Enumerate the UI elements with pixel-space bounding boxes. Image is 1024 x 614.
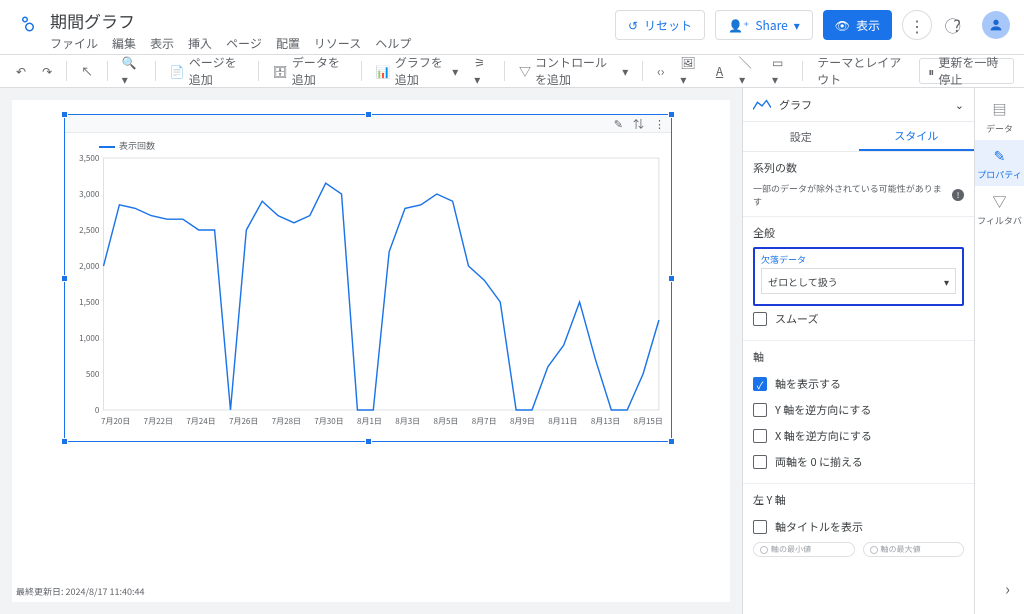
- user-avatar[interactable]: [982, 11, 1010, 39]
- page-plus-icon: 📄: [170, 63, 185, 80]
- reverse-y-checkbox[interactable]: Y 軸を逆方向にする: [753, 397, 964, 423]
- right-rail: ▤ データ ✎ プロパティ ▽ フィルタバ ›: [974, 88, 1024, 614]
- chevron-down-icon: ▾: [794, 17, 800, 34]
- svg-text:2,000: 2,000: [79, 261, 100, 272]
- canvas[interactable]: ✎ ⇅ ⋮ 表示回数 0 500 1,000 1,500 2,000 2,500 3,000…: [0, 88, 742, 614]
- line-button[interactable]: ╲ ▾: [733, 58, 762, 84]
- menu-insert[interactable]: 挿入: [188, 35, 212, 52]
- pencil-icon: ✎: [994, 146, 1006, 166]
- toolbar: ↶ ↷ ↖ 🔍 ▾ 📄ページを追加 🗄データを追加 📊グラフを追加 ▾ ⚞ ▾ …: [0, 54, 1024, 88]
- settings-icon[interactable]: ⇅: [633, 116, 644, 132]
- missing-data-highlight: 欠落データ ゼロとして扱う ▾: [753, 247, 964, 306]
- section-series-count: 系列の数: [753, 160, 964, 176]
- redo-button[interactable]: ↷: [36, 58, 58, 84]
- app-bar: 期間グラフ ファイル 編集 表示 挿入 ページ 配置 リソース ヘルプ ↺リセッ…: [0, 0, 1024, 54]
- undo-button[interactable]: ↶: [10, 58, 32, 84]
- zoom-tool[interactable]: 🔍 ▾: [116, 58, 147, 84]
- more-options-button[interactable]: ⋮: [902, 10, 932, 40]
- add-chart-button[interactable]: 📊グラフを追加 ▾: [370, 58, 464, 84]
- rail-data[interactable]: ▤ データ: [975, 94, 1024, 140]
- menu-arrange[interactable]: 配置: [276, 35, 300, 52]
- menu-resource[interactable]: リソース: [314, 35, 361, 52]
- text-button[interactable]: A: [710, 58, 729, 84]
- show-axis-checkbox[interactable]: ✓軸を表示する: [753, 371, 964, 397]
- rail-filter[interactable]: ▽ フィルタバ: [975, 186, 1024, 232]
- menu-edit[interactable]: 編集: [112, 35, 136, 52]
- filter-icon: ▽: [519, 63, 531, 80]
- section-axis: 軸: [753, 349, 964, 365]
- menu-help[interactable]: ヘルプ: [375, 35, 411, 52]
- tab-style[interactable]: スタイル: [859, 122, 975, 151]
- chart-legend: 表示回数: [73, 137, 663, 152]
- pause-icon: ⏸: [928, 63, 934, 80]
- menu-page[interactable]: ページ: [226, 35, 262, 52]
- expand-rail-icon[interactable]: ›: [1005, 576, 1010, 600]
- svg-text:1,500: 1,500: [79, 297, 100, 308]
- properties-panel: グラフ ⌄ 設定 スタイル 系列の数 一部のデータが除外されている可能性がありま…: [742, 88, 974, 614]
- chart-component[interactable]: ✎ ⇅ ⋮ 表示回数 0 500 1,000 1,500 2,000 2,500 3,000…: [64, 114, 672, 442]
- chart-more-icon[interactable]: ⋮: [654, 116, 665, 132]
- edit-icon[interactable]: ✎: [614, 116, 623, 132]
- smooth-checkbox[interactable]: スムーズ: [753, 306, 964, 332]
- panel-title: グラフ: [779, 97, 947, 113]
- add-control-button[interactable]: ▽コントロールを追加 ▾: [513, 58, 634, 84]
- info-icon[interactable]: !: [952, 189, 964, 201]
- data-icon: 🗄: [273, 63, 288, 80]
- share-button[interactable]: 👤⁺Share▾: [715, 10, 813, 40]
- add-page-button[interactable]: 📄ページを追加: [164, 58, 250, 84]
- tab-settings[interactable]: 設定: [743, 122, 859, 151]
- select-tool[interactable]: ↖: [75, 58, 99, 84]
- svg-text:2,500: 2,500: [79, 225, 100, 236]
- embed-button[interactable]: ‹›: [651, 58, 670, 84]
- svg-text:3,500: 3,500: [79, 154, 100, 164]
- help-button[interactable]: ?⃝: [942, 10, 972, 40]
- chevron-down-icon[interactable]: ⌄: [955, 97, 964, 113]
- menu-view[interactable]: 表示: [150, 35, 174, 52]
- image-button[interactable]: 🖼 ▾: [674, 58, 706, 84]
- data-rail-icon: ▤: [993, 100, 1007, 120]
- reverse-x-checkbox[interactable]: X 軸を逆方向にする: [753, 423, 964, 449]
- section-left-y: 左 Y 軸: [753, 492, 964, 508]
- align-zero-checkbox[interactable]: 両軸を 0 に揃える: [753, 449, 964, 475]
- missing-data-select[interactable]: ゼロとして扱う ▾: [761, 268, 956, 294]
- reset-button[interactable]: ↺リセット: [615, 10, 705, 40]
- svg-text:1,000: 1,000: [79, 333, 100, 344]
- pause-refresh-button[interactable]: ⏸更新を一時停止: [919, 58, 1014, 84]
- looker-logo-icon: [14, 10, 42, 38]
- svg-text:3,000: 3,000: [79, 189, 100, 200]
- dropdown-arrow-icon: ▾: [944, 274, 949, 289]
- menu-file[interactable]: ファイル: [50, 35, 98, 52]
- section-general: 全般: [753, 225, 964, 241]
- view-button[interactable]: 👁表示: [823, 10, 892, 40]
- menu-bar: ファイル 編集 表示 挿入 ページ 配置 リソース ヘルプ: [50, 35, 615, 52]
- show-axis-title-checkbox[interactable]: 軸タイトルを表示: [753, 514, 964, 540]
- svg-text:0: 0: [95, 405, 100, 414]
- funnel-icon: ▽: [993, 192, 1007, 212]
- document-title[interactable]: 期間グラフ: [50, 8, 615, 33]
- line-chart-icon: [753, 98, 771, 112]
- community-viz-button[interactable]: ⚞ ▾: [468, 58, 496, 84]
- missing-data-label: 欠落データ: [761, 253, 956, 266]
- eye-icon: 👁: [835, 17, 850, 34]
- chart-icon: 📊: [376, 63, 391, 80]
- svg-text:500: 500: [86, 369, 100, 380]
- rail-properties[interactable]: ✎ プロパティ: [975, 140, 1024, 186]
- shape-button[interactable]: ▭ ▾: [766, 58, 794, 84]
- theme-layout-button[interactable]: テーマとレイアウト: [811, 58, 911, 84]
- add-data-button[interactable]: 🗄データを追加: [267, 58, 353, 84]
- chart-plot: 0 500 1,000 1,500 2,000 2,500 3,000 3,500: [73, 154, 663, 414]
- last-update-text: 最終更新日: 2024/8/17 11:40:44: [16, 585, 145, 598]
